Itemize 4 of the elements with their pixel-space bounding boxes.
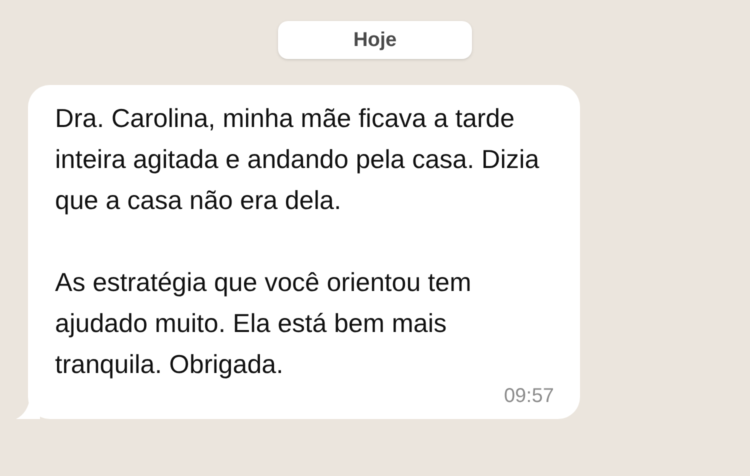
message-text: As estratégia que você orientou tem ajudado muito. Ela está bem mais tranquila. Obrigada.: [55, 266, 472, 381]
message-time: 09:57: [504, 384, 554, 409]
date-divider: Hoje: [278, 21, 472, 59]
message-text: Dra. Carolina, minha mãe ficava a tarde inteira agitada e andando pela casa. Dizia que a casa não era dela.: [55, 102, 540, 217]
